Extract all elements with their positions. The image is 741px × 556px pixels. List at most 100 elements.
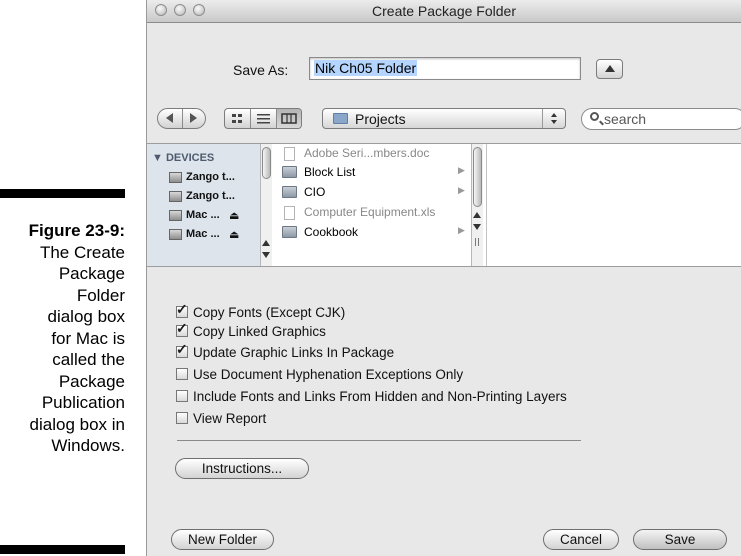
file-name: CIO bbox=[304, 185, 326, 199]
device-label: Mac ... bbox=[186, 209, 220, 221]
empty-column bbox=[486, 144, 741, 266]
package-options: ✓ Copy Fonts (Except CJK) ✓ Copy Linked … bbox=[147, 267, 741, 556]
icon-view-button[interactable] bbox=[225, 109, 250, 128]
checkbox[interactable] bbox=[176, 412, 188, 424]
option-label: Include Fonts and Links From Hidden and … bbox=[193, 389, 567, 404]
caption-line: Windows. bbox=[51, 436, 125, 455]
back-forward-control bbox=[157, 108, 206, 129]
scroll-thumb[interactable] bbox=[262, 147, 271, 179]
cancel-button[interactable]: Cancel bbox=[543, 529, 619, 550]
option-label: Use Document Hyphenation Exceptions Only bbox=[193, 367, 464, 382]
disclosure-arrow-icon: ▶ bbox=[458, 185, 465, 195]
disk-image-icon bbox=[169, 210, 182, 221]
checkmark-icon: ✓ bbox=[176, 320, 188, 336]
search-placeholder: search bbox=[604, 111, 647, 127]
file-name: Adobe Seri...mbers.doc bbox=[304, 146, 430, 160]
device-label: Zango t... bbox=[186, 171, 235, 183]
caption-line: Folder bbox=[76, 285, 125, 305]
separator bbox=[177, 440, 581, 441]
disclosure-arrow-icon: ▶ bbox=[458, 225, 465, 235]
device-label: Mac ... bbox=[186, 228, 220, 240]
scroll-up-arrow-icon[interactable] bbox=[473, 212, 481, 218]
new-folder-button[interactable]: New Folder bbox=[171, 529, 274, 550]
folder-icon bbox=[282, 186, 297, 198]
save-button[interactable]: Save bbox=[633, 529, 727, 550]
document-icon bbox=[284, 147, 295, 161]
scroll-down-arrow-icon[interactable] bbox=[262, 252, 270, 258]
list-view-icon bbox=[257, 114, 270, 124]
caption-bottom-rule bbox=[0, 545, 125, 554]
file-browser: ▼ DEVICES Zango t... Zango t... Mac ... … bbox=[147, 143, 741, 267]
option-label: View Report bbox=[193, 411, 267, 426]
scroll-down-arrow-icon[interactable] bbox=[473, 224, 481, 230]
checkmark-icon: ✓ bbox=[176, 301, 188, 317]
instructions-button[interactable]: Instructions... bbox=[175, 458, 309, 479]
checkbox[interactable]: ✓ bbox=[176, 321, 188, 337]
save-as-value: Nik Ch05 Folder bbox=[314, 60, 418, 76]
device-label: Zango t... bbox=[186, 190, 235, 202]
folder-icon bbox=[282, 166, 297, 178]
forward-button[interactable] bbox=[183, 109, 205, 128]
files-scrollbar[interactable] bbox=[471, 144, 483, 266]
location-label: Projects bbox=[355, 111, 406, 127]
caption-line: called the bbox=[52, 350, 125, 369]
caption-line: Package bbox=[58, 264, 125, 283]
list-view-button[interactable] bbox=[251, 109, 276, 128]
option-label: Update Graphic Links In Package bbox=[193, 345, 395, 360]
back-arrow-icon bbox=[166, 113, 173, 123]
folder-icon bbox=[333, 113, 348, 124]
scroll-thumb[interactable] bbox=[473, 147, 482, 207]
caption-line: for Mac is bbox=[51, 328, 125, 348]
save-as-field[interactable]: Nik Ch05 Folder bbox=[309, 57, 581, 80]
search-icon bbox=[590, 112, 599, 121]
create-package-folder-dialog: Create Package Folder Save As: Nik Ch05 … bbox=[146, 0, 741, 556]
document-icon bbox=[284, 206, 295, 220]
view-mode-control bbox=[224, 108, 302, 129]
search-field[interactable]: search bbox=[581, 108, 741, 130]
figure-caption: Figure 23-9: The Create Package Folder d… bbox=[0, 220, 125, 457]
forward-arrow-icon bbox=[190, 113, 197, 123]
checkbox[interactable]: ✓ bbox=[176, 342, 188, 358]
caption-line: dialog box bbox=[47, 307, 125, 326]
sidebar: ▼ DEVICES Zango t... Zango t... Mac ... … bbox=[147, 144, 260, 266]
file-name: Computer Equipment.xls bbox=[304, 205, 436, 219]
caption-line: Publication bbox=[41, 393, 125, 412]
folder-icon bbox=[282, 226, 297, 238]
file-name: Cookbook bbox=[304, 225, 359, 239]
option-label: Copy Linked Graphics bbox=[193, 324, 326, 339]
files-column: Adobe Seri...mbers.doc Block List ▶ CIO … bbox=[275, 144, 471, 266]
column-resize-handle[interactable] bbox=[475, 238, 476, 246]
column-view-button[interactable] bbox=[277, 109, 301, 128]
caption-top-rule bbox=[0, 189, 125, 198]
column-resize-grip bbox=[478, 238, 479, 246]
option-label: Copy Fonts (Except CJK) bbox=[193, 305, 346, 320]
disclosure-arrow-icon: ▶ bbox=[458, 165, 465, 175]
caption-line: Package bbox=[58, 371, 125, 391]
window-title: Create Package Folder bbox=[372, 3, 516, 19]
checkbox[interactable] bbox=[176, 390, 188, 402]
figure-number: Figure 23-9: bbox=[28, 221, 125, 240]
caption-line: dialog box in bbox=[29, 414, 125, 434]
caption-line: The Create bbox=[39, 242, 125, 262]
sidebar-header: ▼ DEVICES bbox=[152, 152, 215, 164]
checkbox[interactable]: ✓ bbox=[176, 302, 188, 318]
triangle-up-icon bbox=[605, 65, 615, 72]
scroll-up-arrow-icon[interactable] bbox=[262, 240, 270, 246]
column-view-icon bbox=[281, 113, 297, 124]
hard-drive-icon bbox=[169, 172, 182, 183]
eject-icon[interactable]: ⏏ bbox=[229, 209, 239, 222]
back-button[interactable] bbox=[158, 109, 182, 128]
devices-header: DEVICES bbox=[165, 152, 215, 164]
sidebar-scrollbar[interactable] bbox=[260, 144, 272, 266]
icon-view-icon bbox=[232, 114, 242, 123]
title-bar: Create Package Folder bbox=[147, 0, 741, 23]
checkmark-icon: ✓ bbox=[176, 341, 188, 357]
disk-image-icon bbox=[169, 229, 182, 240]
eject-icon[interactable]: ⏏ bbox=[229, 228, 239, 241]
save-as-label: Save As: bbox=[233, 62, 289, 78]
up-down-arrows-icon bbox=[542, 109, 565, 128]
location-popup[interactable]: Projects bbox=[322, 108, 566, 129]
file-name: Block List bbox=[304, 165, 356, 179]
checkbox[interactable] bbox=[176, 368, 188, 380]
collapse-browser-button[interactable] bbox=[596, 59, 623, 79]
